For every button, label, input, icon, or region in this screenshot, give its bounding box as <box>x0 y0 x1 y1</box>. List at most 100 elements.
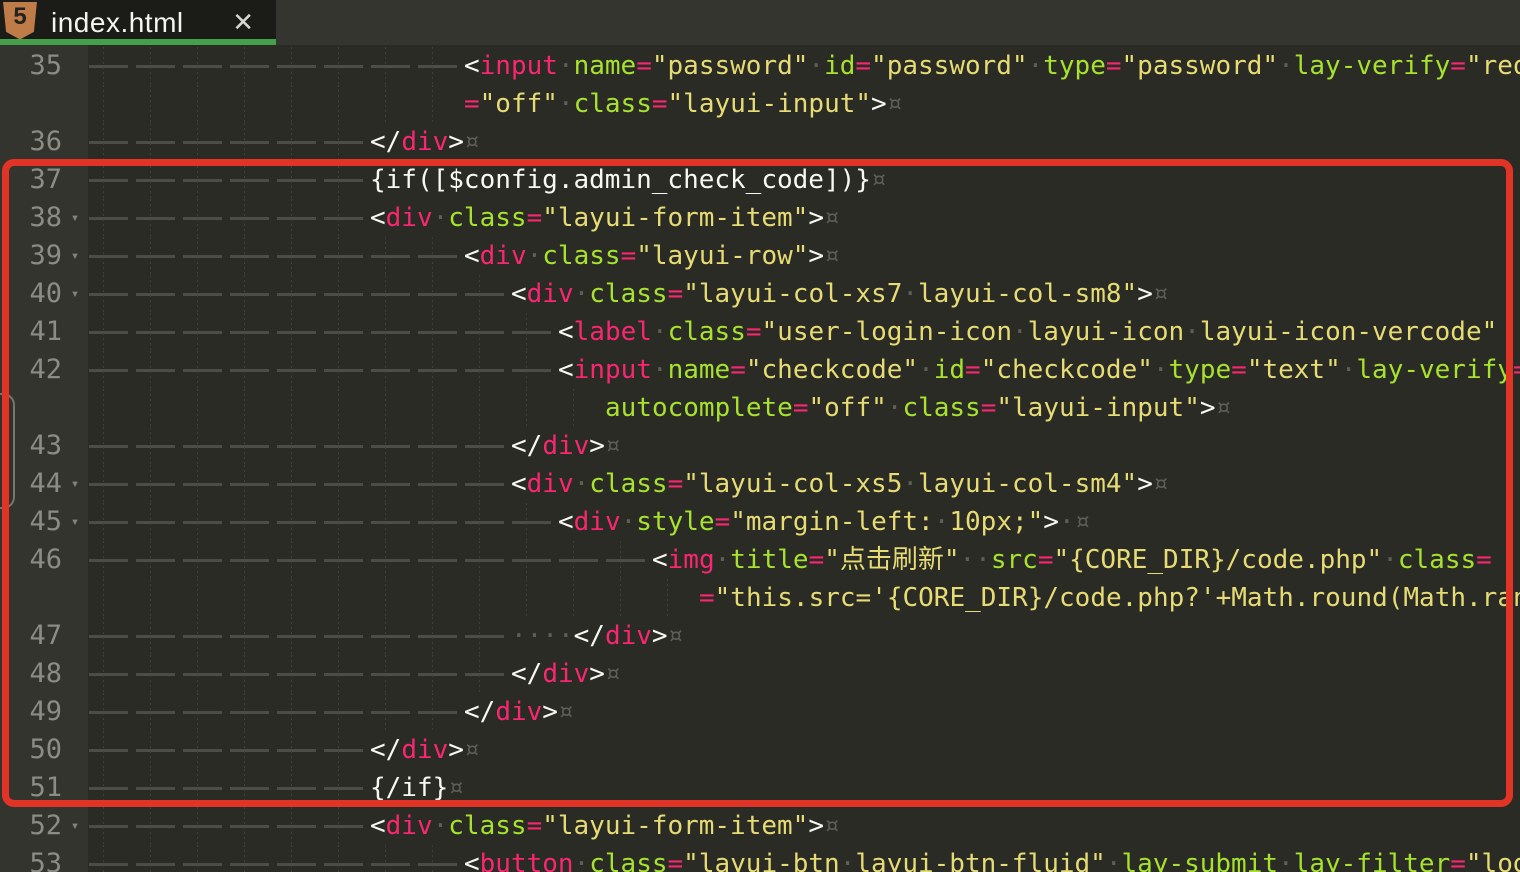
code-text[interactable]: ="this.src='{CORE_DIR}/code.php?'+Math.r… <box>88 579 1520 617</box>
token: · <box>1278 51 1294 81</box>
tab-whitespace-marker <box>417 47 464 85</box>
tab-whitespace-marker <box>135 693 182 731</box>
line-number[interactable]: 50 <box>0 731 62 769</box>
code-text[interactable]: <div·class="layui-row">¤ <box>88 237 1520 275</box>
code-editor[interactable]: 35 <input·name="password"·id="password"·t… <box>0 45 1520 872</box>
tab-whitespace-marker <box>182 769 229 807</box>
line-number[interactable]: 38 <box>0 199 62 237</box>
token: · <box>902 279 918 309</box>
code-line-wrap[interactable]: ="this.src='{CORE_DIR}/code.php?'+Math.r… <box>0 579 1520 617</box>
code-text[interactable]: ····</div>¤ <box>88 617 1520 655</box>
tab-whitespace-marker <box>464 351 511 389</box>
code-line-47[interactable]: 47 ····</div>¤ <box>0 617 1520 655</box>
wrap-indent <box>182 389 229 427</box>
code-line-52[interactable]: 52▾<div·class="layui-form-item">¤ <box>0 807 1520 845</box>
tab-whitespace-marker <box>464 617 511 655</box>
code-line-51[interactable]: 51 {/if}¤ <box>0 769 1520 807</box>
code-text[interactable]: <input·name="checkcode"·id="checkcode"·t… <box>88 351 1520 389</box>
token: class <box>589 849 667 872</box>
html5-file-icon: 5 <box>3 2 37 40</box>
wrap-indent <box>276 579 323 617</box>
code-text[interactable]: <button·class="layui-btn·layui-btn-fluid… <box>88 845 1520 872</box>
tab-whitespace-marker <box>276 237 323 275</box>
fold-arrow-icon[interactable]: ▾ <box>62 503 88 541</box>
code-line-48[interactable]: 48 </div>¤ <box>0 655 1520 693</box>
code-text[interactable]: {if([$config.admin_check_code])}¤ <box>88 161 1520 199</box>
token: type <box>1043 51 1106 81</box>
code-text[interactable]: <input·name="password"·id="password"·typ… <box>88 47 1520 85</box>
code-line-43[interactable]: 43</div>¤ <box>0 427 1520 465</box>
line-number[interactable]: 35 <box>0 47 62 85</box>
code-line-42[interactable]: 42 <input·name="checkcode"·id="checkcode"… <box>0 351 1520 389</box>
fold-arrow-icon[interactable]: ▾ <box>62 199 88 237</box>
fold-arrow-icon[interactable]: ▾ <box>62 465 88 503</box>
code-line-40[interactable]: 40▾<div·class="layui-col-xs7·layui-col-s… <box>0 275 1520 313</box>
code-line-44[interactable]: 44▾<div·class="layui-col-xs5·layui-col-s… <box>0 465 1520 503</box>
line-number[interactable]: 36 <box>0 123 62 161</box>
code-text[interactable]: </div>¤ <box>88 655 1520 693</box>
code-text[interactable]: <div·style="margin-left:·10px;">·¤ <box>88 503 1520 541</box>
token: </ <box>511 659 542 689</box>
code-text[interactable]: <div·class="layui-col-xs7·layui-col-sm8"… <box>88 275 1520 313</box>
code-line-wrap[interactable]: autocomplete="off"·class="layui-input">¤ <box>0 389 1520 427</box>
token: · <box>840 849 856 872</box>
code-line-35[interactable]: 35 <input·name="password"·id="password"·t… <box>0 47 1520 85</box>
token: < <box>370 811 386 841</box>
code-line-50[interactable]: 50 </div>¤ <box>0 731 1520 769</box>
code-line-46[interactable]: 46 <img·title="点击刷新"··src="{CORE_DIR}/cod… <box>0 541 1520 579</box>
line-number[interactable]: 53 <box>0 845 62 872</box>
token: · <box>527 241 543 271</box>
code-text[interactable]: {/if}¤ <box>88 769 1520 807</box>
code-text[interactable]: <div·class="layui-col-xs5·layui-col-sm4"… <box>88 465 1520 503</box>
fold-arrow-icon[interactable]: ▾ <box>62 237 88 275</box>
line-number[interactable]: 46 <box>0 541 62 579</box>
line-number[interactable]: 42 <box>0 351 62 389</box>
line-number[interactable]: 47 <box>0 617 62 655</box>
token: lay-verify <box>1294 51 1451 81</box>
code-line-53[interactable]: 53<button·class="layui-btn·layui-btn-flu… <box>0 845 1520 872</box>
code-text[interactable]: </div>¤ <box>88 123 1520 161</box>
tab-whitespace-marker <box>464 465 511 503</box>
code-line-39[interactable]: 39▾<div·class="layui-row">¤ <box>0 237 1520 275</box>
line-number[interactable]: 48 <box>0 655 62 693</box>
line-number[interactable]: 40 <box>0 275 62 313</box>
line-number[interactable]: 52 <box>0 807 62 845</box>
tab-index-html[interactable]: 5 index.html ✕ <box>0 0 276 45</box>
token: "login" <box>1466 849 1520 872</box>
code-text[interactable]: </div>¤ <box>88 731 1520 769</box>
tab-whitespace-marker <box>370 541 417 579</box>
code-text[interactable]: </div>¤ <box>88 693 1520 731</box>
code-line-38[interactable]: 38▾<div·class="layui-form-item">¤ <box>0 199 1520 237</box>
token: </ <box>574 621 605 651</box>
screen-edge-drawer-handle[interactable] <box>0 393 15 509</box>
line-number[interactable]: 51 <box>0 769 62 807</box>
line-number[interactable]: 49 <box>0 693 62 731</box>
line-number[interactable]: 41 <box>0 313 62 351</box>
code-text[interactable]: autocomplete="off"·class="layui-input">¤ <box>88 389 1520 427</box>
wrap-indent <box>417 389 464 427</box>
fold-arrow-icon[interactable]: ▾ <box>62 275 88 313</box>
code-line-36[interactable]: 36 </div>¤ <box>0 123 1520 161</box>
code-text[interactable]: <div·class="layui-form-item">¤ <box>88 199 1520 237</box>
line-number[interactable]: 39 <box>0 237 62 275</box>
tab-close-icon[interactable]: ✕ <box>232 10 254 36</box>
code-text[interactable]: ="off"·class="layui-input">¤ <box>88 85 1520 123</box>
code-text[interactable]: <label·class="user-login-icon·layui-icon… <box>88 313 1520 351</box>
tab-whitespace-marker <box>229 731 276 769</box>
code-line-41[interactable]: 41 <label·class="user-login-icon·layui-ic… <box>0 313 1520 351</box>
code-line-wrap[interactable]: ="off"·class="layui-input">¤ <box>0 85 1520 123</box>
code-text[interactable]: <div·class="layui-form-item">¤ <box>88 807 1520 845</box>
tab-whitespace-marker <box>464 313 511 351</box>
token: class <box>902 393 980 423</box>
tab-whitespace-marker <box>229 275 276 313</box>
token: · <box>558 51 574 81</box>
code-line-37[interactable]: 37 {if([$config.admin_check_code])}¤ <box>0 161 1520 199</box>
code-line-49[interactable]: 49 </div>¤ <box>0 693 1520 731</box>
tab-whitespace-marker <box>88 731 135 769</box>
line-number[interactable]: 37 <box>0 161 62 199</box>
fold-arrow-icon[interactable]: ▾ <box>62 807 88 845</box>
line-number[interactable]: 45 <box>0 503 62 541</box>
code-text[interactable]: </div>¤ <box>88 427 1520 465</box>
code-text[interactable]: <img·title="点击刷新"··src="{CORE_DIR}/code.… <box>88 541 1520 579</box>
code-line-45[interactable]: 45▾<div·style="margin-left:·10px;">·¤ <box>0 503 1520 541</box>
